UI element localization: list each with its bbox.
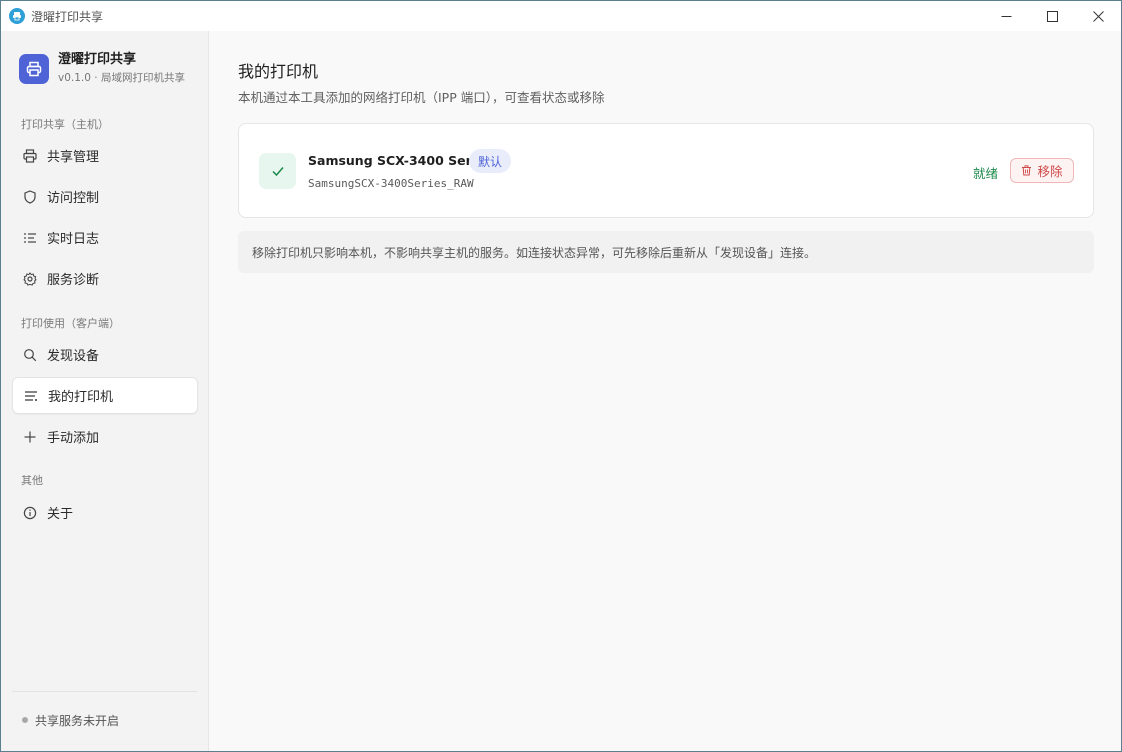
sidebar-item-about[interactable]: 关于 [12,494,198,531]
window-title: 澄曜打印共享 [31,9,104,24]
app-printer-icon [9,8,25,24]
sidebar-item-label: 访问控制 [47,191,100,206]
sidebar-item-share-management[interactable]: 共享管理 [12,137,198,174]
sidebar-item-label: 实时日志 [47,232,100,247]
section-title-other: 其他 [21,474,43,487]
search-icon [23,348,37,362]
main-content: 我的打印机 本机通过本工具添加的网络打印机（IPP 端口），可查看状态或移除 S… [210,31,1121,751]
info-note: 移除打印机只影响本机，不影响共享主机的服务。如连接状态异常，可先移除后重新从「发… [238,231,1094,273]
log-list-icon [23,231,37,245]
sidebar: 澄曜打印共享 v0.1.0 · 局域网打印机共享 打印共享（主机） 共享管理 访… [1,31,209,751]
sidebar-item-label: 发现设备 [47,349,100,364]
section-title-host: 打印共享（主机） [21,118,109,131]
minimize-icon [1001,15,1011,17]
info-note-text: 移除打印机只影响本机，不影响共享主机的服务。如连接状态异常，可先移除后重新从「发… [252,245,817,260]
sidebar-item-label: 关于 [47,507,74,522]
trash-icon [1021,165,1032,176]
printer-icon [23,148,37,163]
close-icon [1092,10,1104,22]
brand-printer-icon [19,54,49,84]
page-description: 本机通过本工具添加的网络打印机（IPP 端口），可查看状态或移除 [238,90,605,105]
info-icon [23,506,37,520]
title-bar: 澄曜打印共享 [1,1,1121,31]
printer-card: Samsung SCX-3400 Series 默认 SamsungSCX-34… [238,123,1094,218]
printer-name: Samsung SCX-3400 Series [308,153,492,168]
app-window: 澄曜打印共享 澄曜打印共享 v0.1.0 · 局域网打印机共享 打印共享（主机） [0,0,1122,752]
sidebar-item-service-diagnostics[interactable]: 服务诊断 [12,260,198,297]
sidebar-footer: 共享服务未开启 [12,691,197,751]
printer-status: 就绪 [973,166,999,181]
sidebar-item-label: 我的打印机 [48,390,114,405]
service-status-text: 共享服务未开启 [35,714,120,728]
shield-icon [23,189,37,204]
brand: 澄曜打印共享 v0.1.0 · 局域网打印机共享 [19,52,185,86]
service-status-dot [22,717,28,723]
sidebar-item-my-printers[interactable]: 我的打印机 [12,377,198,414]
plus-icon [23,430,37,444]
sidebar-item-discover-devices[interactable]: 发现设备 [12,336,198,373]
sidebar-item-label: 共享管理 [47,150,100,165]
remove-printer-button[interactable]: 移除 [1010,158,1074,183]
default-badge: 默认 [469,149,512,173]
brand-version: v0.1.0 · 局域网打印机共享 [58,72,185,84]
minimize-button[interactable] [983,1,1029,31]
sidebar-item-manual-add[interactable]: 手动添加 [12,418,198,455]
gear-icon [23,271,37,286]
sidebar-item-realtime-log[interactable]: 实时日志 [12,219,198,256]
sidebar-item-access-control[interactable]: 访问控制 [12,178,198,215]
sidebar-item-label: 手动添加 [47,431,100,446]
section-title-client: 打印使用（客户端） [21,317,120,330]
maximize-icon [1046,10,1058,22]
maximize-button[interactable] [1029,1,1075,31]
close-button[interactable] [1075,1,1121,31]
printer-queue-id: SamsungSCX-3400Series_RAW [308,177,474,190]
check-icon [259,153,296,189]
list-icon [24,389,38,403]
remove-button-label: 移除 [1037,164,1063,179]
sidebar-item-label: 服务诊断 [47,273,100,288]
page-title: 我的打印机 [238,62,319,81]
brand-name: 澄曜打印共享 [58,52,137,67]
